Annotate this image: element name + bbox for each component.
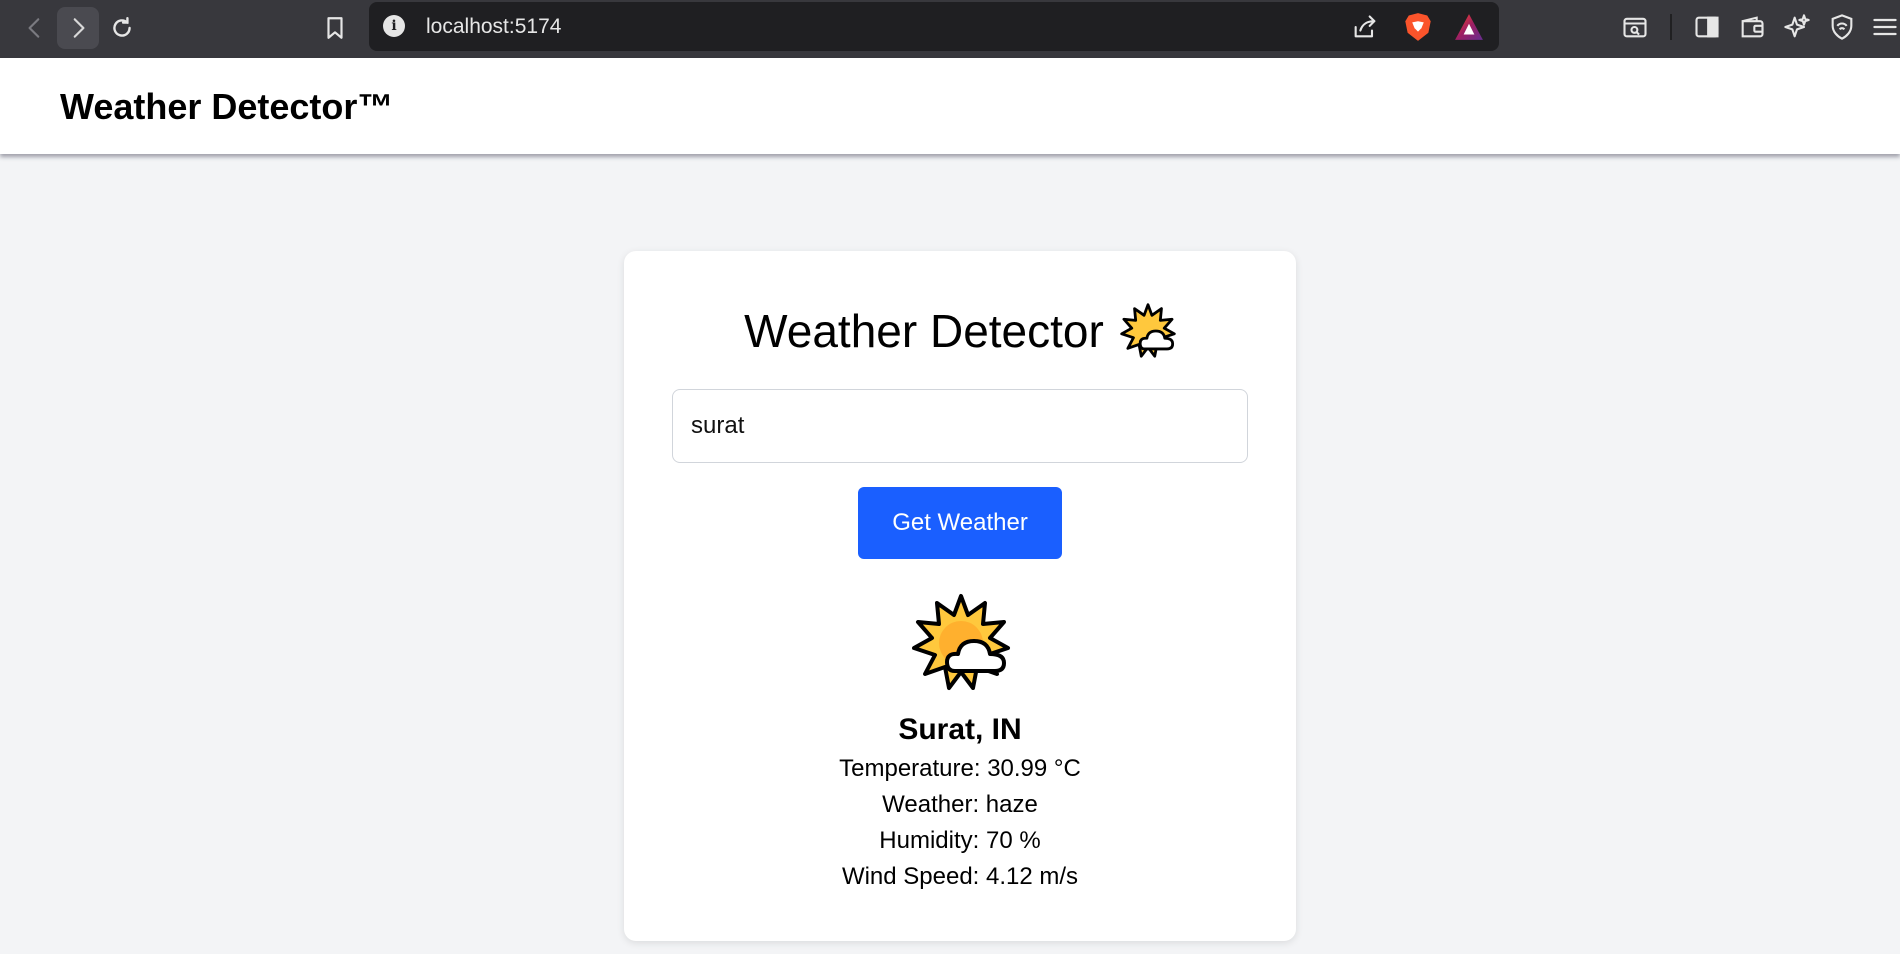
- url-text[interactable]: localhost:5174: [426, 15, 561, 39]
- back-icon[interactable]: [14, 7, 56, 49]
- site-title: Weather Detector™: [60, 86, 394, 127]
- toolbar-divider: [1670, 14, 1672, 40]
- sun-behind-cloud-icon: [1120, 303, 1176, 358]
- browser-toolbar: i localhost:5174: [0, 0, 1900, 58]
- weather-card: Weather Detector Get Weather Surat, IN T…: [624, 251, 1296, 941]
- brave-rewards-icon[interactable]: [1454, 13, 1484, 41]
- reload-icon[interactable]: [101, 7, 143, 49]
- get-weather-button[interactable]: Get Weather: [858, 487, 1062, 559]
- wind-speed-text: Wind Speed: 4.12 m/s: [841, 863, 1079, 890]
- brave-shield-icon[interactable]: [1404, 12, 1432, 42]
- bookmark-icon[interactable]: [314, 7, 356, 49]
- card-heading: Weather Detector: [624, 300, 1296, 362]
- share-icon[interactable]: [1351, 13, 1379, 41]
- menu-icon[interactable]: [1870, 12, 1900, 42]
- sun-behind-cloud-icon: [912, 594, 1010, 690]
- search-tabs-icon[interactable]: [1620, 12, 1650, 42]
- sidebar-icon[interactable]: [1692, 12, 1722, 42]
- location-name: Surat, IN: [898, 713, 1022, 746]
- site-header: Weather Detector™: [0, 58, 1900, 154]
- info-icon[interactable]: i: [383, 15, 405, 37]
- humidity-text: Humidity: 70 %: [879, 827, 1041, 854]
- forward-icon[interactable]: [57, 7, 99, 49]
- city-input[interactable]: [672, 389, 1248, 463]
- leo-ai-icon[interactable]: [1782, 12, 1812, 42]
- temperature-text: Temperature: 30.99 °C: [839, 755, 1081, 782]
- vpn-icon[interactable]: [1827, 12, 1857, 42]
- card-title: Weather Detector: [744, 305, 1104, 357]
- wallet-icon[interactable]: [1737, 12, 1767, 42]
- weather-text: Weather: haze: [882, 791, 1038, 818]
- address-bar[interactable]: i localhost:5174: [369, 2, 1499, 51]
